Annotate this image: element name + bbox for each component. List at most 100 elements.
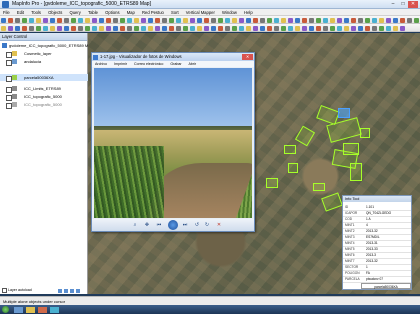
toolbar-button[interactable]	[78, 17, 83, 23]
menu-sort[interactable]: Sort	[168, 9, 182, 16]
toolbar-button[interactable]	[211, 25, 216, 31]
toolbar-button[interactable]	[29, 17, 34, 23]
toolbar-button[interactable]	[120, 17, 125, 23]
toolbar-button[interactable]	[330, 17, 335, 23]
menu-file[interactable]: File	[0, 9, 13, 16]
toolbar-button[interactable]	[309, 25, 314, 31]
toolbar-button[interactable]	[113, 25, 118, 31]
photo-menu-archivo[interactable]: Archivo	[92, 61, 110, 67]
toolbar-button[interactable]	[260, 17, 265, 23]
layer-row-cosmetic[interactable]: Cosmetic_layer	[0, 50, 88, 58]
next-icon[interactable]: ⏭	[182, 222, 188, 228]
toolbar-button[interactable]	[302, 25, 307, 31]
toolbar-button[interactable]	[267, 17, 272, 23]
parcel-polygon[interactable]	[313, 183, 325, 191]
layer-row-limits[interactable]: ICC_Limits_ETRS89	[0, 85, 88, 93]
toolbar-button[interactable]	[239, 17, 244, 23]
toolbar-button[interactable]	[99, 17, 104, 23]
menu-edit[interactable]: Edit	[14, 9, 27, 16]
toolbar-button[interactable]	[162, 25, 167, 31]
toolbar-button[interactable]	[148, 17, 153, 23]
parcel-polygon[interactable]	[266, 178, 278, 188]
taskbar-app-icon[interactable]	[50, 306, 59, 313]
toolbar-button[interactable]	[414, 17, 419, 23]
photo-menu-imprimir[interactable]: Imprimir	[111, 61, 130, 67]
layer-row-topografic-1[interactable]: ICC_topografic_5000	[0, 93, 88, 101]
toolbar-button[interactable]	[337, 25, 342, 31]
toolbar-button[interactable]	[232, 17, 237, 23]
toolbar-button[interactable]	[400, 25, 405, 31]
toolbar-button[interactable]	[211, 17, 216, 23]
toolbar-button[interactable]	[386, 25, 391, 31]
toolbar-button[interactable]	[260, 25, 265, 31]
toolbar-button[interactable]	[183, 25, 188, 31]
toolbar-button[interactable]	[288, 25, 293, 31]
toolbar-button[interactable]	[344, 25, 349, 31]
toolbar-button[interactable]	[169, 25, 174, 31]
layer-row-topografic-2[interactable]: ICC_topografic_5000	[0, 101, 88, 109]
toolbar-button[interactable]	[183, 17, 188, 23]
toolbar-button[interactable]	[232, 25, 237, 31]
fit-icon[interactable]: ✥	[144, 222, 150, 228]
parcel-polygon[interactable]	[288, 163, 298, 173]
toolbar-button[interactable]	[323, 25, 328, 31]
layer-row-parcela[interactable]: parcela50036XA	[0, 74, 88, 82]
slideshow-button[interactable]	[168, 220, 178, 230]
info-layer-select[interactable]: parcela50036XA	[361, 283, 411, 289]
toolbar-button[interactable]	[351, 17, 356, 23]
toolbar-button[interactable]	[64, 17, 69, 23]
close-button[interactable]: ✕	[408, 1, 418, 8]
toolbar-button[interactable]	[8, 25, 13, 31]
toolbar-button[interactable]	[323, 17, 328, 23]
photo-menu-abrir[interactable]: Abrir	[186, 61, 200, 67]
toolbar-button[interactable]	[71, 17, 76, 23]
toolbar-button[interactable]	[134, 17, 139, 23]
zoom-icon[interactable]: ⌕	[132, 222, 138, 228]
toolbar-button[interactable]	[50, 17, 55, 23]
toolbar-button[interactable]	[330, 25, 335, 31]
minimize-button[interactable]: –	[388, 1, 398, 8]
toolbar-button[interactable]	[204, 25, 209, 31]
toolbar-button[interactable]	[239, 25, 244, 31]
toolbar-button[interactable]	[337, 17, 342, 23]
toolbar-button[interactable]	[1, 17, 6, 23]
menu-tools[interactable]: Tools	[28, 9, 44, 16]
rotate-left-icon[interactable]: ↺	[194, 222, 200, 228]
toolbar-button[interactable]	[197, 25, 202, 31]
toolbar-button[interactable]	[351, 25, 356, 31]
toolbar-button[interactable]	[148, 25, 153, 31]
maximize-button[interactable]: □	[398, 1, 408, 8]
toolbar-button[interactable]	[155, 17, 160, 23]
menu-help[interactable]: Help	[241, 9, 256, 16]
toolbar-button[interactable]	[22, 17, 27, 23]
toolbar-button[interactable]	[316, 17, 321, 23]
toolbar-button[interactable]	[141, 17, 146, 23]
toolbar-button[interactable]	[379, 25, 384, 31]
toolbar-button[interactable]	[64, 25, 69, 31]
toolbar-button[interactable]	[393, 25, 398, 31]
photo-menu-correo[interactable]: Correo electrónico	[131, 61, 166, 67]
toolbar-button[interactable]	[106, 25, 111, 31]
toolbar-button[interactable]	[309, 17, 314, 23]
start-button[interactable]	[2, 306, 9, 313]
toolbar-button[interactable]	[316, 25, 321, 31]
delete-icon[interactable]: ✕	[216, 222, 222, 228]
toolbar-button[interactable]	[15, 25, 20, 31]
selected-parcel[interactable]	[338, 108, 350, 118]
menu-window[interactable]: Window	[219, 9, 240, 16]
menu-table[interactable]: Table	[85, 9, 101, 16]
toolbar-button[interactable]	[372, 17, 377, 23]
layer-properties-button[interactable]	[70, 289, 74, 293]
toolbar-button[interactable]	[218, 25, 223, 31]
toolbar-button[interactable]	[302, 17, 307, 23]
toolbar-button[interactable]	[190, 25, 195, 31]
parcel-polygon[interactable]	[350, 163, 362, 181]
autoload-checkbox[interactable]	[2, 288, 7, 293]
toolbar-button[interactable]	[92, 17, 97, 23]
taskbar-app-icon[interactable]	[26, 306, 35, 313]
toolbar-button[interactable]	[106, 17, 111, 23]
photo-menu-grabar[interactable]: Grabar	[167, 61, 184, 67]
toolbar-button[interactable]	[85, 25, 90, 31]
toolbar-button[interactable]	[372, 25, 377, 31]
toolbar-button[interactable]	[225, 17, 230, 23]
